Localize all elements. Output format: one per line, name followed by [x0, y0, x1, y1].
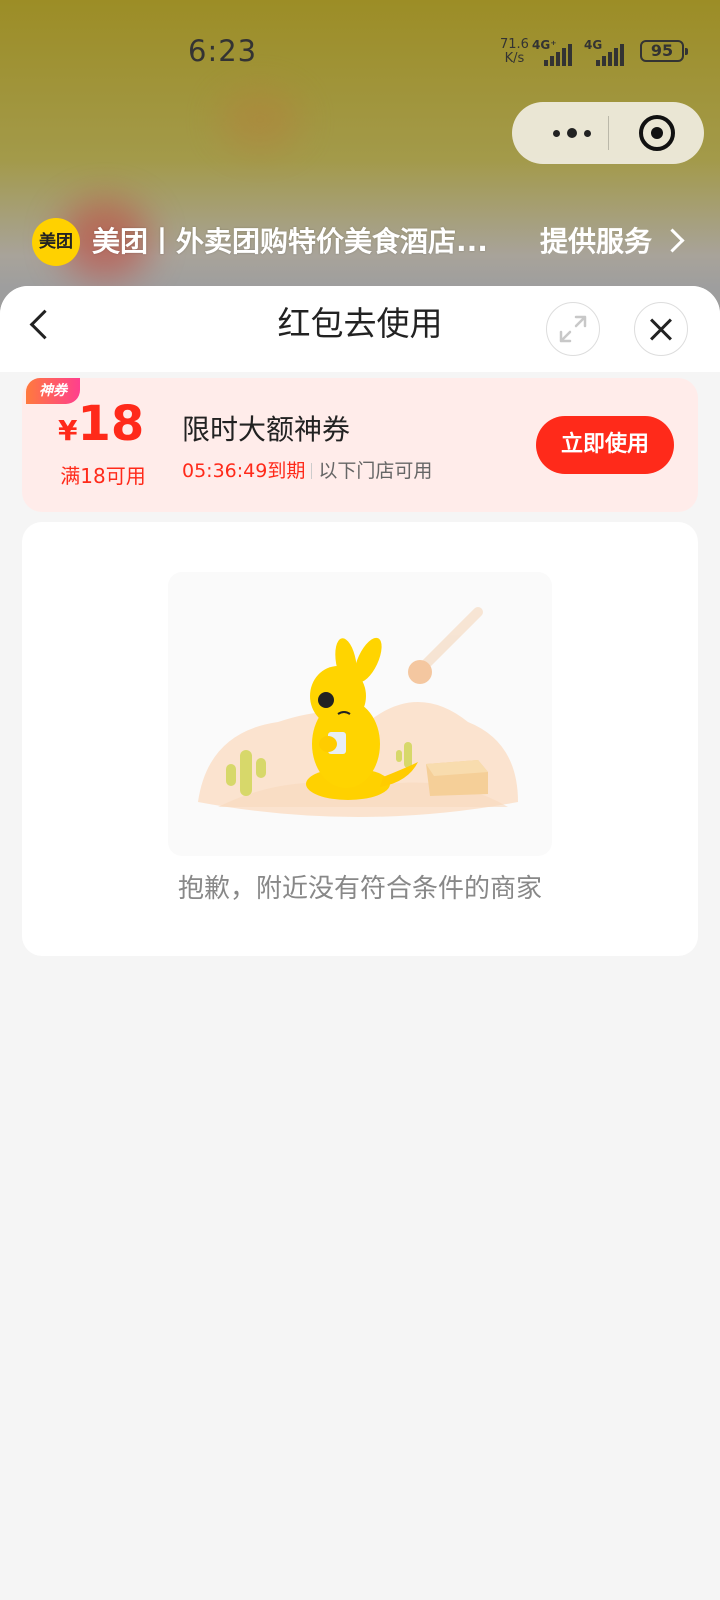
mini-program-title: 美团丨外卖团购特价美食酒店...	[92, 225, 488, 258]
sheet-header: 红包去使用	[0, 286, 720, 372]
mini-program-capsule	[512, 102, 704, 164]
coupon-title: 限时大额神券	[182, 413, 351, 446]
meituan-logo: 美团	[32, 218, 80, 266]
coupon-card[interactable]: 神券 ¥18 满18可用 限时大额神券 05:36:49到期 以下门店可用 立即使…	[22, 378, 698, 512]
empty-state-card: 抱歉，附近没有符合条件的商家	[22, 522, 698, 956]
status-time: 6:23	[188, 34, 258, 68]
use-now-button[interactable]: 立即使用	[536, 416, 674, 474]
battery-icon: 95	[640, 40, 688, 62]
network-speed: 71.6 K/s	[500, 37, 529, 66]
coupon-amount: ¥18	[58, 396, 145, 452]
exit-target-icon[interactable]	[639, 115, 675, 151]
coupon-scope: 以下门店可用	[318, 460, 433, 482]
coupon-subtitle: 05:36:49到期 以下门店可用	[182, 456, 432, 483]
more-icon[interactable]	[536, 102, 608, 164]
close-button[interactable]	[634, 302, 688, 356]
empty-state-message: 抱歉，附近没有符合条件的商家	[177, 874, 542, 904]
bottom-sheet: 红包去使用 神券 ¥18 满18可用 限时大额神券 05:36:49到期 以下门店…	[0, 286, 720, 1600]
kangaroo-desert-illustration	[198, 607, 518, 817]
service-provider-link[interactable]: 提供服务	[540, 218, 652, 266]
sheet-title: 红包去使用	[277, 304, 443, 343]
capsule-divider	[608, 116, 609, 150]
chevron-right-icon	[660, 228, 685, 253]
status-bar: 6:23 71.6 K/s 4G⁺ 4G 95	[0, 0, 720, 100]
expand-icon	[559, 315, 587, 343]
coupon-condition: 满18可用	[60, 464, 146, 488]
coupon-expiry: 05:36:49到期	[182, 460, 306, 482]
empty-state-illustration	[168, 572, 552, 856]
mini-program-header[interactable]: 美团 美团丨外卖团购特价美食酒店... 提供服务	[32, 218, 692, 266]
expand-button[interactable]	[546, 302, 600, 356]
